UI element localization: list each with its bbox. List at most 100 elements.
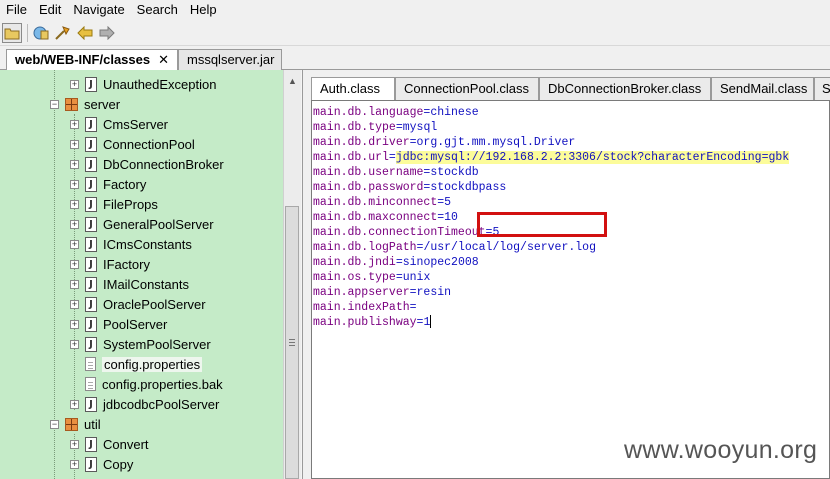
expand-icon[interactable]: + (70, 299, 79, 309)
scrollbar-thumb[interactable] (285, 206, 299, 479)
java-class-icon: J (85, 176, 97, 192)
tab-web-inf-classes[interactable]: web/WEB-INF/classes ✕ (6, 49, 178, 71)
property-key: main.db.type (313, 121, 396, 134)
tab-dbconnectionbroker-class[interactable]: DbConnectionBroker.class (539, 77, 711, 100)
tree-item-label: Copy (103, 456, 134, 472)
equals-sign: = (409, 301, 417, 314)
java-class-icon: J (85, 396, 97, 412)
expand-icon[interactable]: + (70, 139, 79, 149)
expand-icon[interactable]: + (70, 239, 79, 249)
collapse-icon[interactable]: − (50, 99, 59, 109)
build-button[interactable] (53, 23, 73, 43)
tab-mssqlserver-jar[interactable]: mssqlserver.jar (178, 49, 282, 70)
tree-item[interactable]: config.properties (70, 354, 203, 374)
tree-package-node[interactable]: − server (50, 94, 120, 114)
tree-item-label: SystemPoolServer (103, 336, 211, 352)
highlight-red-box (477, 212, 607, 237)
menu-navigate[interactable]: Navigate (67, 0, 130, 20)
property-value: 1 (423, 316, 431, 329)
package-icon (65, 97, 78, 111)
expand-icon[interactable]: + (70, 179, 79, 189)
tree-item[interactable]: + J FileProps (70, 194, 158, 214)
expand-icon[interactable]: + (70, 399, 79, 409)
tree-item[interactable]: + J PoolServer (70, 314, 167, 334)
tree-item[interactable]: + J SystemPoolServer (70, 334, 211, 354)
expand-icon[interactable]: + (70, 199, 79, 209)
open-folder-button[interactable] (2, 22, 22, 43)
property-value: resin (416, 286, 452, 299)
code-line: main.db.jndi=sinopec2008 (313, 255, 479, 270)
forward-arrow-icon (99, 25, 115, 40)
tree-item-label: server (84, 96, 121, 112)
class-tree: + J UnauthedException − server + J CmsServer + J C… (0, 70, 283, 479)
tree-item[interactable]: + JjdbcodbcPoolServer (70, 394, 219, 414)
collapse-icon[interactable]: − (50, 419, 59, 429)
tree-item[interactable]: config.properties.bak (70, 374, 223, 394)
tab-label: mssqlserver.jar (187, 52, 275, 67)
menu-search[interactable]: Search (131, 0, 184, 20)
expand-icon[interactable]: + (70, 119, 79, 129)
property-key: main.db.url (313, 151, 389, 164)
forward-button[interactable] (97, 23, 117, 43)
tree-item-label: Factory (103, 176, 147, 192)
menu-help[interactable]: Help (184, 0, 223, 20)
tab-auth-class[interactable]: Auth.class (311, 77, 395, 100)
tree-item[interactable]: + J OraclePoolServer (70, 294, 206, 314)
menu-edit[interactable]: Edit (33, 0, 67, 20)
open-file-button[interactable] (31, 23, 51, 43)
tab-sendmail-class[interactable]: SendMail.class (711, 77, 814, 100)
tree-item-label: PoolServer (103, 316, 168, 332)
tree-item[interactable]: + J Factory (70, 174, 146, 194)
tree-item[interactable]: + J Convert (70, 434, 149, 454)
menu-file[interactable]: File (0, 0, 33, 20)
tree-item[interactable]: + J IMailConstants (70, 274, 189, 294)
tree-item[interactable]: + J CmsServer (70, 114, 168, 134)
close-icon[interactable]: ✕ (158, 52, 169, 67)
tree-item[interactable]: + J DbConnectionBroker (70, 154, 224, 174)
expand-icon[interactable]: + (70, 339, 79, 349)
expand-icon[interactable]: + (70, 439, 79, 449)
code-line: main.db.password=stockdbpass (313, 180, 506, 195)
equals-sign: = (395, 121, 403, 134)
tree-item[interactable]: + J UnauthedException (70, 74, 216, 94)
property-key: main.db.jndi (313, 256, 396, 269)
tree-item-label: FileProps (103, 196, 158, 212)
tree-item[interactable]: + J GeneralPoolServer (70, 214, 214, 234)
tree-item-label: Convert (103, 436, 149, 452)
java-class-icon: J (85, 436, 97, 452)
code-editor[interactable]: main.db.language=chinese main.db.type=mys… (311, 100, 830, 479)
outer-tab-bar: web/WEB-INF/classes ✕ mssqlserver.jar (0, 46, 830, 71)
expand-icon[interactable]: + (70, 259, 79, 269)
tree-item[interactable]: + J Copy (70, 454, 133, 474)
tree-item[interactable]: + J ConnectionPool (70, 134, 195, 154)
tree-scrollbar[interactable]: ▲ (283, 70, 301, 479)
property-key: main.db.logPath (313, 241, 417, 254)
expand-icon[interactable]: + (70, 459, 79, 469)
grip-icon (289, 339, 295, 346)
expand-icon[interactable]: + (70, 279, 79, 289)
tab-connectionpool-class[interactable]: ConnectionPool.class (395, 77, 539, 100)
expand-icon[interactable]: + (70, 159, 79, 169)
tab-label: web/WEB-INF/classes (15, 52, 151, 67)
expand-icon[interactable]: + (70, 319, 79, 329)
code-line: main.publishway=1 (313, 315, 432, 330)
property-key: main.db.connectionTimeout (313, 226, 486, 239)
property-value: chinese (430, 106, 479, 119)
tree-item-label: config.properties (102, 356, 203, 372)
tree-package-node[interactable]: − util (50, 414, 101, 434)
property-value: 5 (444, 196, 452, 209)
file-icon (85, 377, 96, 391)
expand-icon[interactable]: + (70, 79, 79, 89)
tree-item-label: CmsServer (103, 116, 169, 132)
java-class-icon: J (85, 336, 97, 352)
tree-item[interactable]: + J ICmsConstants (70, 234, 192, 254)
property-key: main.db.password (313, 181, 424, 194)
tab-overflow[interactable]: S (814, 77, 830, 100)
java-class-icon: J (85, 296, 97, 312)
back-button[interactable] (75, 23, 95, 43)
property-key: main.db.maxconnect (313, 211, 438, 224)
tree-item[interactable]: + J IFactory (70, 254, 150, 274)
tree-item-label: ICmsConstants (103, 236, 192, 252)
expand-icon[interactable]: + (70, 219, 79, 229)
scroll-up-arrow-icon[interactable]: ▲ (284, 72, 301, 89)
